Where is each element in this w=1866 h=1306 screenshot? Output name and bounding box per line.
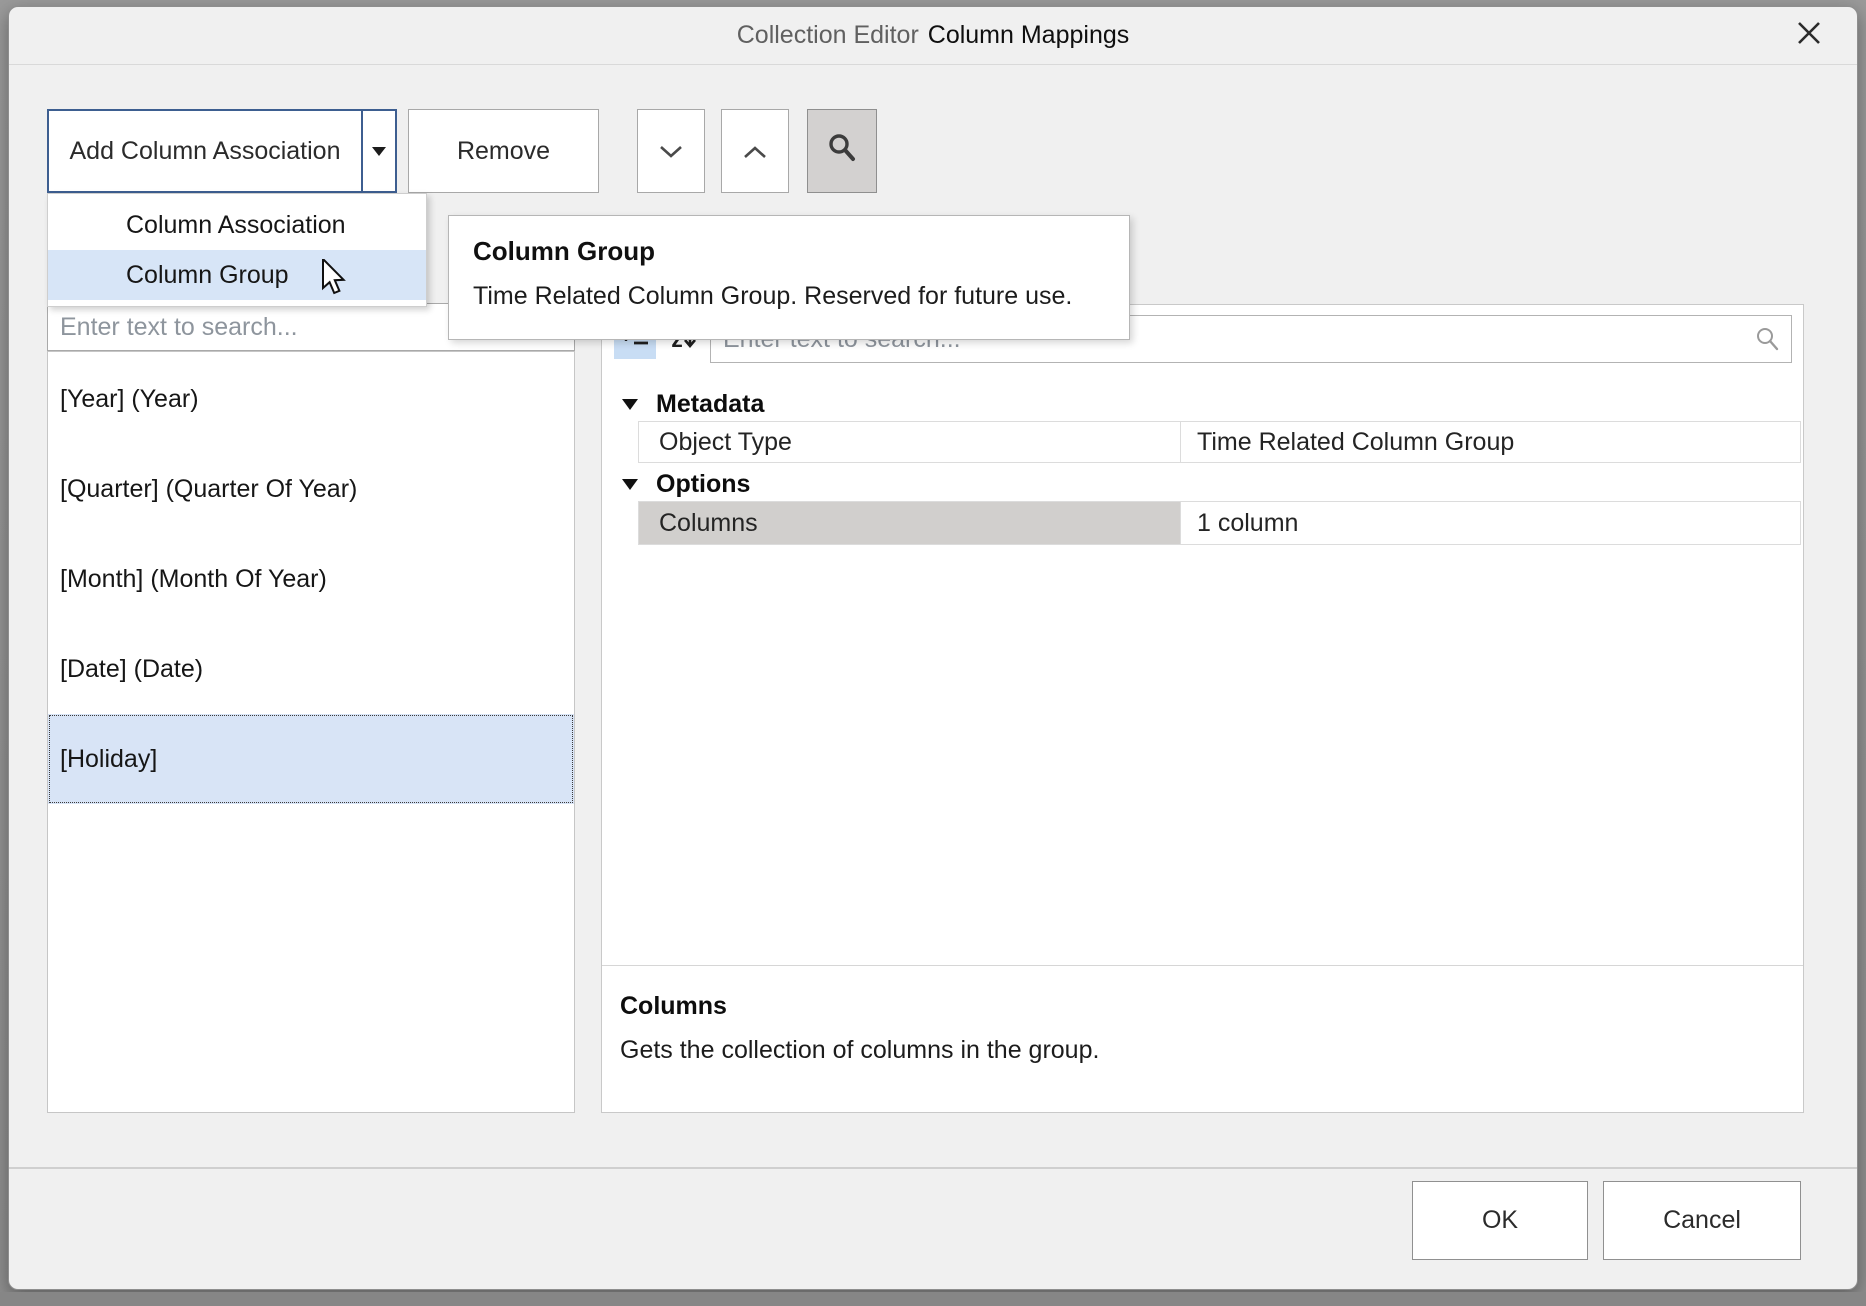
close-icon	[1795, 19, 1823, 54]
tooltip-title: Column Group	[473, 236, 1105, 267]
add-column-association-button[interactable]: Add Column Association	[49, 111, 361, 191]
list-item[interactable]: [Year] (Year)	[48, 354, 574, 444]
list-item-selected[interactable]: [Holiday]	[48, 714, 574, 804]
property-value[interactable]: Time Related Column Group	[1180, 421, 1801, 463]
list-item[interactable]: [Quarter] (Quarter Of Year)	[48, 444, 574, 534]
magnifier-icon	[827, 133, 857, 170]
property-label-selected[interactable]: Columns	[638, 501, 1180, 545]
triangle-down-icon	[622, 399, 638, 410]
screen: { "window": { "title_prefix": "Collectio…	[0, 0, 1866, 1306]
category-header-options[interactable]: Options	[602, 467, 1801, 501]
dialog-title: Column Mappings	[928, 21, 1130, 50]
triangle-down-icon	[622, 479, 638, 490]
move-down-button[interactable]	[637, 109, 705, 193]
add-column-association-splitbutton[interactable]: Add Column Association	[47, 109, 397, 193]
property-row-columns[interactable]: Columns 1 column	[638, 501, 1801, 545]
column-group-tooltip: Column Group Time Related Column Group. …	[448, 215, 1130, 340]
menu-item-column-association[interactable]: Column Association	[48, 200, 426, 250]
column-mappings-list: [Year] (Year) [Quarter] (Quarter Of Year…	[47, 351, 575, 1113]
background-window	[0, 1292, 1866, 1306]
category-label: Metadata	[656, 390, 764, 419]
property-grid-panel: z Metadata Object Type Time Related Colu…	[601, 304, 1804, 1113]
move-up-button[interactable]	[721, 109, 789, 193]
property-label[interactable]: Object Type	[638, 421, 1180, 463]
add-dropdown-menu: Column Association Column Group	[47, 193, 427, 307]
footer-separator	[9, 1167, 1857, 1169]
dialog-title-prefix: Collection Editor	[737, 21, 919, 50]
chevron-up-icon	[742, 137, 768, 166]
magnifier-icon	[1755, 327, 1779, 356]
description-title: Columns	[620, 992, 1785, 1021]
collection-editor-dialog: Collection Editor Column Mappings Add Co…	[8, 6, 1858, 1290]
close-button[interactable]	[1787, 14, 1831, 58]
property-row-object-type[interactable]: Object Type Time Related Column Group	[638, 421, 1801, 463]
tooltip-description: Time Related Column Group. Reserved for …	[473, 282, 1105, 311]
list-item[interactable]: [Date] (Date)	[48, 624, 574, 714]
menu-item-column-group[interactable]: Column Group	[48, 250, 426, 300]
ok-button[interactable]: OK	[1412, 1181, 1588, 1260]
description-text: Gets the collection of columns in the gr…	[620, 1036, 1785, 1065]
category-label: Options	[656, 470, 750, 499]
chevron-down-icon	[372, 147, 386, 156]
list-item[interactable]: [Month] (Month Of Year)	[48, 534, 574, 624]
mouse-pointer-icon	[321, 259, 353, 300]
category-header-metadata[interactable]: Metadata	[602, 387, 1801, 421]
chevron-down-icon	[658, 137, 684, 166]
property-value[interactable]: 1 column	[1180, 501, 1801, 545]
cancel-button[interactable]: Cancel	[1603, 1181, 1801, 1260]
title-bar: Collection Editor Column Mappings	[9, 7, 1857, 65]
remove-button[interactable]: Remove	[408, 109, 599, 193]
property-description-area: Columns Gets the collection of columns i…	[602, 965, 1803, 1112]
search-toggle-button[interactable]	[807, 109, 877, 193]
add-dropdown-toggle[interactable]	[363, 111, 395, 191]
